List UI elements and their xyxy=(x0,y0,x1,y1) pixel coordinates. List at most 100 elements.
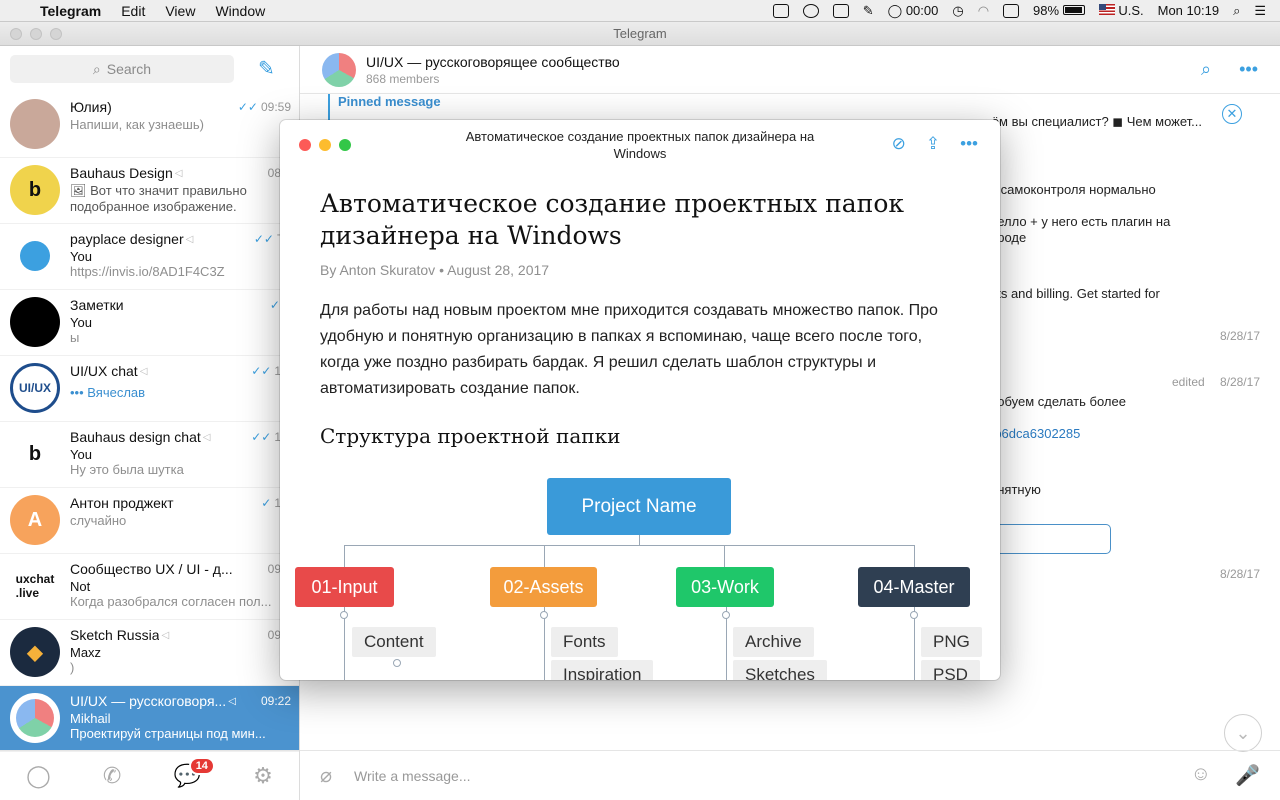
instant-view-title: Автоматическое создание проектных папок … xyxy=(465,129,815,161)
calls-icon[interactable]: ✆ xyxy=(103,763,121,789)
conversation-header[interactable]: UI/UX — русскоговорящее сообщество 868 m… xyxy=(300,46,1280,94)
close-pinned-icon[interactable]: ✕ xyxy=(1222,104,1242,124)
minimize-window-button[interactable] xyxy=(30,28,42,40)
window-controls xyxy=(10,28,62,40)
chat-name: UI/UX chat xyxy=(70,363,138,379)
read-check-icon: ✓✓ xyxy=(237,100,258,114)
chat-preview: https://invis.io/8AD1F4C3Z xyxy=(70,264,225,279)
chats-icon[interactable]: 💬 14 xyxy=(174,756,215,789)
avatar xyxy=(10,99,60,149)
open-in-browser-icon[interactable]: ⊘ xyxy=(892,134,906,154)
airplay-icon[interactable] xyxy=(1003,3,1020,18)
message-input[interactable]: Write a message... xyxy=(354,768,470,784)
menu-view[interactable]: View xyxy=(165,3,195,19)
emoji-icon[interactable]: ☺ xyxy=(1191,763,1211,788)
avatar: A xyxy=(10,495,60,545)
notes-icon[interactable] xyxy=(832,3,849,18)
folder-structure-diagram: Project Name 01-Input 02-Assets 03-Work … xyxy=(280,470,1000,680)
chat-item-ux-ui-community[interactable]: uxchat .live Сообщество UX / UI - д...09… xyxy=(0,554,299,620)
chat-sender: Maxz xyxy=(70,645,102,660)
connector-line xyxy=(724,545,725,567)
chat-item-payplace-designer[interactable]: payplace designer◁✓✓Th You https://invis… xyxy=(0,224,299,290)
timer-widget[interactable]: ◯ 00:00 xyxy=(888,3,939,19)
read-check-icon: ✓✓ xyxy=(251,430,272,444)
connector-line xyxy=(344,545,345,567)
chat-item-bauhaus-design[interactable]: b Bauhaus Design◁08:3 🖼 Вот что значит п… xyxy=(0,158,299,224)
chat-list: Юлия) ✓✓ 09:59 Напиши, как узнаешь) b Bauh… xyxy=(0,92,299,756)
attach-icon[interactable]: ⌀ xyxy=(320,763,332,788)
spotlight-search-icon[interactable]: ⌕ xyxy=(1233,3,1240,19)
mute-icon: ◁ xyxy=(174,167,183,179)
battery-icon xyxy=(1062,5,1085,15)
chat-item-uiux-chat[interactable]: UI/UX UI/UX chat◁✓✓10: ••• Вячеслав xyxy=(0,356,299,422)
time-machine-icon[interactable]: ◷ xyxy=(952,3,963,19)
chat-name: Bauhaus Design xyxy=(70,165,173,181)
instant-view-titlebar: Автоматическое создание проектных папок … xyxy=(280,120,1000,170)
share-icon[interactable]: ⇪ xyxy=(926,134,940,154)
chat-time: 09:59 xyxy=(260,100,291,114)
chat-preview: ) xyxy=(70,660,75,675)
avatar-letter: b xyxy=(28,178,42,201)
notification-center-icon[interactable]: ☰ xyxy=(1254,3,1266,19)
scroll-down-button[interactable]: ⌄ xyxy=(1224,714,1262,752)
chat-sender: Not xyxy=(70,579,91,594)
more-icon[interactable]: ••• xyxy=(1239,59,1258,80)
chat-item-bauhaus-design-chat[interactable]: b Bauhaus design chat◁✓✓10: You Ну это б… xyxy=(0,422,299,488)
wifi-icon[interactable]: ◠ xyxy=(978,3,989,19)
chat-item-yulia[interactable]: Юлия) ✓✓ 09:59 Напиши, как узнаешь) xyxy=(0,92,299,158)
chat-preview: Ну это была шутка xyxy=(70,462,184,477)
tool-icon[interactable]: ✎ xyxy=(863,3,874,19)
window-title: Telegram xyxy=(613,26,667,41)
pinned-text: ём вы специалист? ◼ Чем может... xyxy=(991,114,1202,129)
search-input[interactable]: ⌕ Search xyxy=(10,55,234,83)
chat-preview-line2: подобранное изображение. xyxy=(70,199,237,214)
creative-cloud-icon[interactable] xyxy=(802,3,819,18)
chat-item-notes[interactable]: Заметки✓S You ы xyxy=(0,290,299,356)
message-date: 8/28/17 xyxy=(1219,375,1260,389)
more-icon[interactable]: ••• xyxy=(960,134,978,154)
venn-logo-icon xyxy=(16,699,54,737)
edited-label: edited xyxy=(1172,375,1205,389)
input-source[interactable]: U.S. xyxy=(1098,3,1144,18)
close-window-button[interactable] xyxy=(10,28,22,40)
contacts-icon[interactable]: ◯ xyxy=(26,763,51,789)
settings-icon[interactable]: ⚙ xyxy=(253,763,273,789)
message-fragment: релло + у него есть плагин на xyxy=(990,214,1171,229)
clock[interactable]: Mon 10:19 xyxy=(1158,3,1219,18)
chat-sender: You xyxy=(70,447,92,462)
minimize-window-button[interactable] xyxy=(319,139,331,151)
collapse-knob[interactable] xyxy=(393,659,401,667)
menu-window[interactable]: Window xyxy=(215,3,265,19)
connector-line xyxy=(544,545,545,567)
chat-item-sketch-russia[interactable]: ◆ Sketch Russia◁09:2 Maxz ) xyxy=(0,620,299,686)
dropbox-icon[interactable] xyxy=(772,3,789,18)
chat-sender: Mikhail xyxy=(70,711,111,726)
zoom-window-button[interactable] xyxy=(50,28,62,40)
menu-edit[interactable]: Edit xyxy=(121,3,145,19)
compose-icon[interactable]: ✎ xyxy=(258,58,280,80)
group-avatar[interactable] xyxy=(322,52,356,87)
collapse-knob[interactable] xyxy=(722,611,730,619)
chat-name: Сообщество UX / UI - д... xyxy=(70,561,233,577)
diagram-leaf-inspiration: Inspiration xyxy=(551,660,654,680)
close-window-button[interactable] xyxy=(299,139,311,151)
search-icon[interactable]: ⌕ xyxy=(1201,59,1211,80)
microphone-icon[interactable]: 🎤 xyxy=(1235,763,1260,788)
chat-time: 09:22 xyxy=(260,694,291,708)
collapse-knob[interactable] xyxy=(540,611,548,619)
window-titlebar: Telegram xyxy=(0,22,1280,46)
chat-preview: 🖼 Вот что значит правильно xyxy=(70,183,247,198)
menu-app[interactable]: Telegram xyxy=(40,3,101,19)
collapse-knob[interactable] xyxy=(910,611,918,619)
diagram-folder-input: 01-Input xyxy=(295,567,394,607)
chat-item-anton-project[interactable]: A Антон проджект✓10: случайно xyxy=(0,488,299,554)
collapse-knob[interactable] xyxy=(340,611,348,619)
embedded-form-fragment xyxy=(990,524,1111,554)
battery-percent: 98% xyxy=(1033,3,1060,18)
member-count: 868 members xyxy=(366,71,440,86)
battery-widget[interactable]: 98% xyxy=(1033,3,1085,18)
chat-item-uiux-community-active[interactable]: UI/UX — русскоговоря... ◁ 09:22 Mikhail Пр… xyxy=(0,686,299,752)
zoom-window-button[interactable] xyxy=(339,139,351,151)
message-link[interactable]: -b6dca6302285 xyxy=(990,426,1080,441)
mute-icon: ◁ xyxy=(202,431,211,443)
